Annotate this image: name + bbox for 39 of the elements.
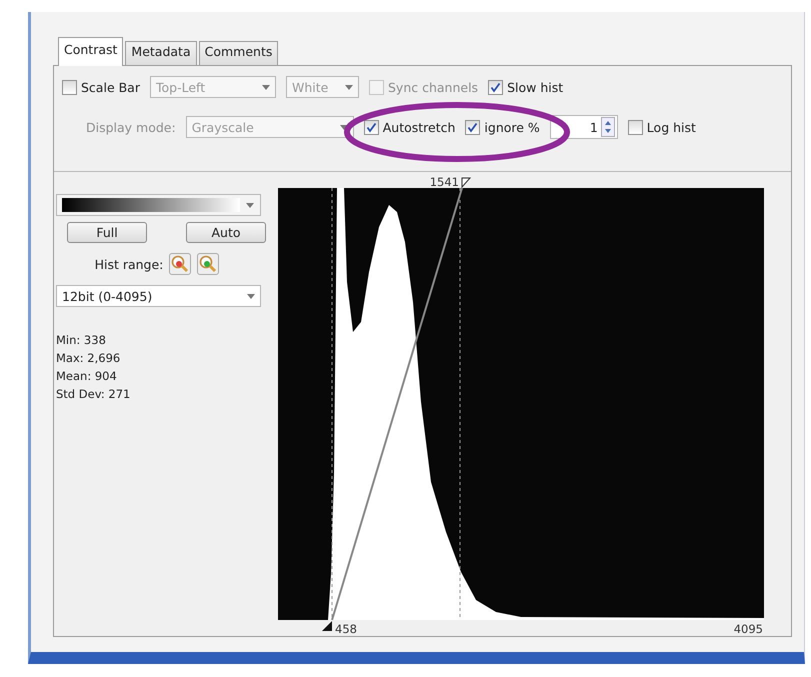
hist-range-button[interactable]	[169, 253, 192, 275]
checkbox-label: Slow hist	[507, 80, 564, 94]
magnifier-icon	[199, 255, 218, 273]
magnifier-icon	[171, 255, 190, 273]
range-end-value: 4095	[734, 622, 763, 636]
caret-icon	[344, 84, 353, 90]
checkbox-label: Log hist	[646, 120, 696, 134]
caret-icon	[247, 294, 255, 298]
checkbox[interactable]	[364, 120, 379, 134]
spinner-arrows-icon	[600, 117, 615, 137]
checkbox[interactable]	[488, 80, 504, 94]
caret-icon	[340, 124, 348, 130]
range-button[interactable]: Full	[67, 222, 147, 243]
range-button[interactable]: Auto	[186, 222, 266, 243]
tab[interactable]: Comments	[198, 41, 278, 65]
hist-range-label: Hist range:	[94, 256, 164, 272]
tab[interactable]: Metadata	[125, 41, 197, 65]
caret-icon	[246, 202, 254, 208]
bit-depth-dropdown[interactable]: 12bit (0-4095)	[56, 285, 261, 307]
min-value: 458	[335, 622, 357, 636]
checkbox-label: Autostretch	[382, 120, 456, 134]
checkbox[interactable]	[62, 80, 77, 94]
checkbox-label: Scale Bar	[81, 80, 140, 94]
checkbox[interactable]	[628, 120, 643, 134]
checkbox-label: Sync channels	[388, 80, 478, 94]
stat-text: Mean: 904	[56, 368, 118, 385]
field-label: Display mode:	[86, 120, 176, 134]
colormap-dropdown[interactable]	[56, 194, 261, 216]
max-value: 1541	[430, 175, 459, 189]
stat-text: Max: 2,696	[56, 350, 122, 367]
stat-text: Min: 338	[56, 332, 107, 349]
caret-icon	[262, 84, 270, 90]
hist-range-button[interactable]	[197, 253, 220, 275]
stat-text: Std Dev: 271	[56, 386, 132, 403]
tab[interactable]: Contrast	[58, 37, 124, 66]
curve-line[interactable]	[331, 188, 463, 620]
checkbox-label: ignore %	[484, 120, 540, 134]
checkbox[interactable]	[465, 120, 480, 134]
max-handle[interactable]	[462, 178, 472, 188]
